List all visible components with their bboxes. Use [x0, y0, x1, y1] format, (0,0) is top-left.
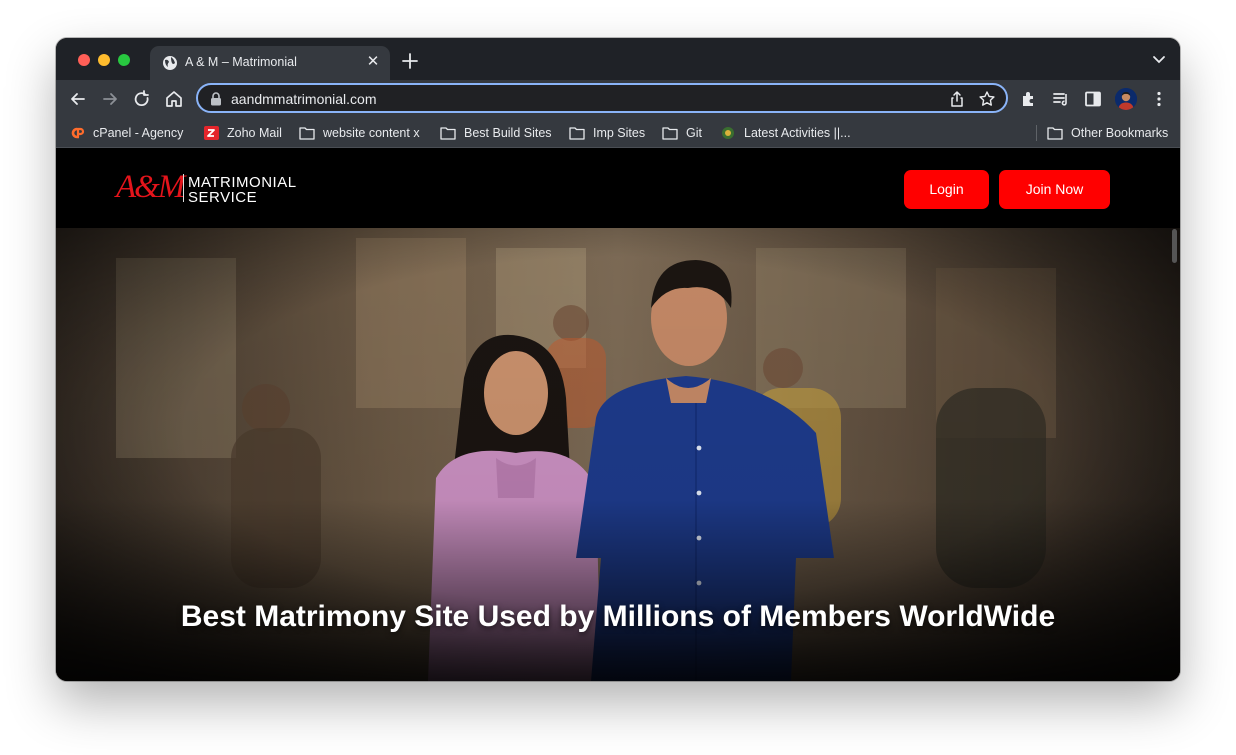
browser-toolbar: aandmmatrimonial.com: [56, 80, 1180, 118]
bookmarks-bar: cPanel - Agency Zoho Mail website conten…: [56, 118, 1180, 148]
site-icon: [722, 127, 734, 139]
reload-icon[interactable]: [132, 89, 152, 109]
back-arrow-icon[interactable]: [68, 89, 88, 109]
bookmark-latest-activities[interactable]: Latest Activities ||...: [720, 118, 851, 148]
bookmark-label: Zoho Mail: [227, 126, 282, 140]
join-now-button[interactable]: Join Now: [999, 170, 1110, 209]
site-logo[interactable]: A&M MATRIMONIAL SERVICE: [116, 169, 306, 206]
maximize-window-button[interactable]: [118, 54, 130, 66]
bookmark-best-build-sites[interactable]: Best Build Sites: [440, 118, 552, 148]
close-window-button[interactable]: [78, 54, 90, 66]
bookmark-website-content[interactable]: website content x: [299, 118, 420, 148]
logo-divider: [183, 174, 184, 202]
web-page: A&M MATRIMONIAL SERVICE Login Join Now B…: [56, 149, 1180, 681]
bookmark-imp-sites[interactable]: Imp Sites: [569, 118, 645, 148]
minimize-window-button[interactable]: [98, 54, 110, 66]
bookmark-other-bookmarks[interactable]: Other Bookmarks: [1047, 118, 1168, 148]
bookmark-git[interactable]: Git: [662, 118, 702, 148]
login-button[interactable]: Login: [904, 170, 989, 209]
close-icon[interactable]: ✕: [364, 53, 382, 71]
profile-avatar-icon: [1115, 88, 1137, 110]
share-icon[interactable]: [948, 90, 966, 108]
reading-list-icon[interactable]: [1051, 89, 1071, 109]
bookmark-label: Latest Activities ||...: [744, 126, 851, 140]
bookmark-label: Best Build Sites: [464, 126, 552, 140]
bookmark-label: website content x: [323, 126, 420, 140]
bookmark-label: cPanel - Agency: [93, 126, 184, 140]
hero-title: Best Matrimony Site Used by Millions of …: [180, 600, 1056, 633]
cpanel-icon: [71, 127, 85, 139]
tab-title: A & M – Matrimonial: [185, 55, 297, 69]
bookmark-label: Git: [686, 126, 702, 140]
forward-arrow-icon[interactable]: [100, 89, 120, 109]
folder-icon: [440, 127, 456, 140]
more-menu-icon[interactable]: [1149, 89, 1169, 109]
side-panel-icon[interactable]: [1083, 89, 1103, 109]
profile-avatar[interactable]: [1115, 88, 1137, 110]
bookmark-zoho-mail[interactable]: Zoho Mail: [203, 118, 282, 148]
zoho-icon: [204, 126, 219, 140]
extensions-puzzle-icon[interactable]: [1019, 89, 1039, 109]
address-bar[interactable]: aandmmatrimonial.com: [196, 83, 1008, 113]
browser-tab-active[interactable]: A & M – Matrimonial ✕: [150, 46, 390, 80]
bookmark-label: Imp Sites: [593, 126, 646, 140]
lock-icon[interactable]: [210, 92, 222, 106]
folder-icon: [1047, 127, 1063, 140]
chevron-down-icon[interactable]: [1152, 55, 1166, 65]
tab-strip: A & M – Matrimonial ✕: [56, 38, 1180, 80]
folder-icon: [569, 127, 585, 140]
folder-icon: [299, 127, 315, 140]
site-header: A&M MATRIMONIAL SERVICE Login Join Now: [56, 149, 1180, 228]
bookmark-cpanel[interactable]: cPanel - Agency: [69, 118, 183, 148]
url-text: aandmmatrimonial.com: [231, 91, 377, 107]
new-tab-icon[interactable]: [400, 51, 420, 71]
folder-icon: [662, 127, 678, 140]
globe-icon: [163, 56, 177, 70]
hero-banner: Best Matrimony Site Used by Millions of …: [56, 228, 1180, 681]
home-icon[interactable]: [164, 89, 184, 109]
bookmarks-separator: [1036, 125, 1037, 141]
bookmark-label: Other Bookmarks: [1071, 126, 1169, 140]
logo-mark: A&M: [116, 169, 185, 205]
bookmark-star-icon[interactable]: [978, 90, 996, 108]
browser-window: A & M – Matrimonial ✕ aandmmatrimonial.c…: [56, 38, 1180, 681]
logo-text-line2: SERVICE: [188, 189, 258, 206]
page-scrollbar[interactable]: [1172, 229, 1177, 263]
